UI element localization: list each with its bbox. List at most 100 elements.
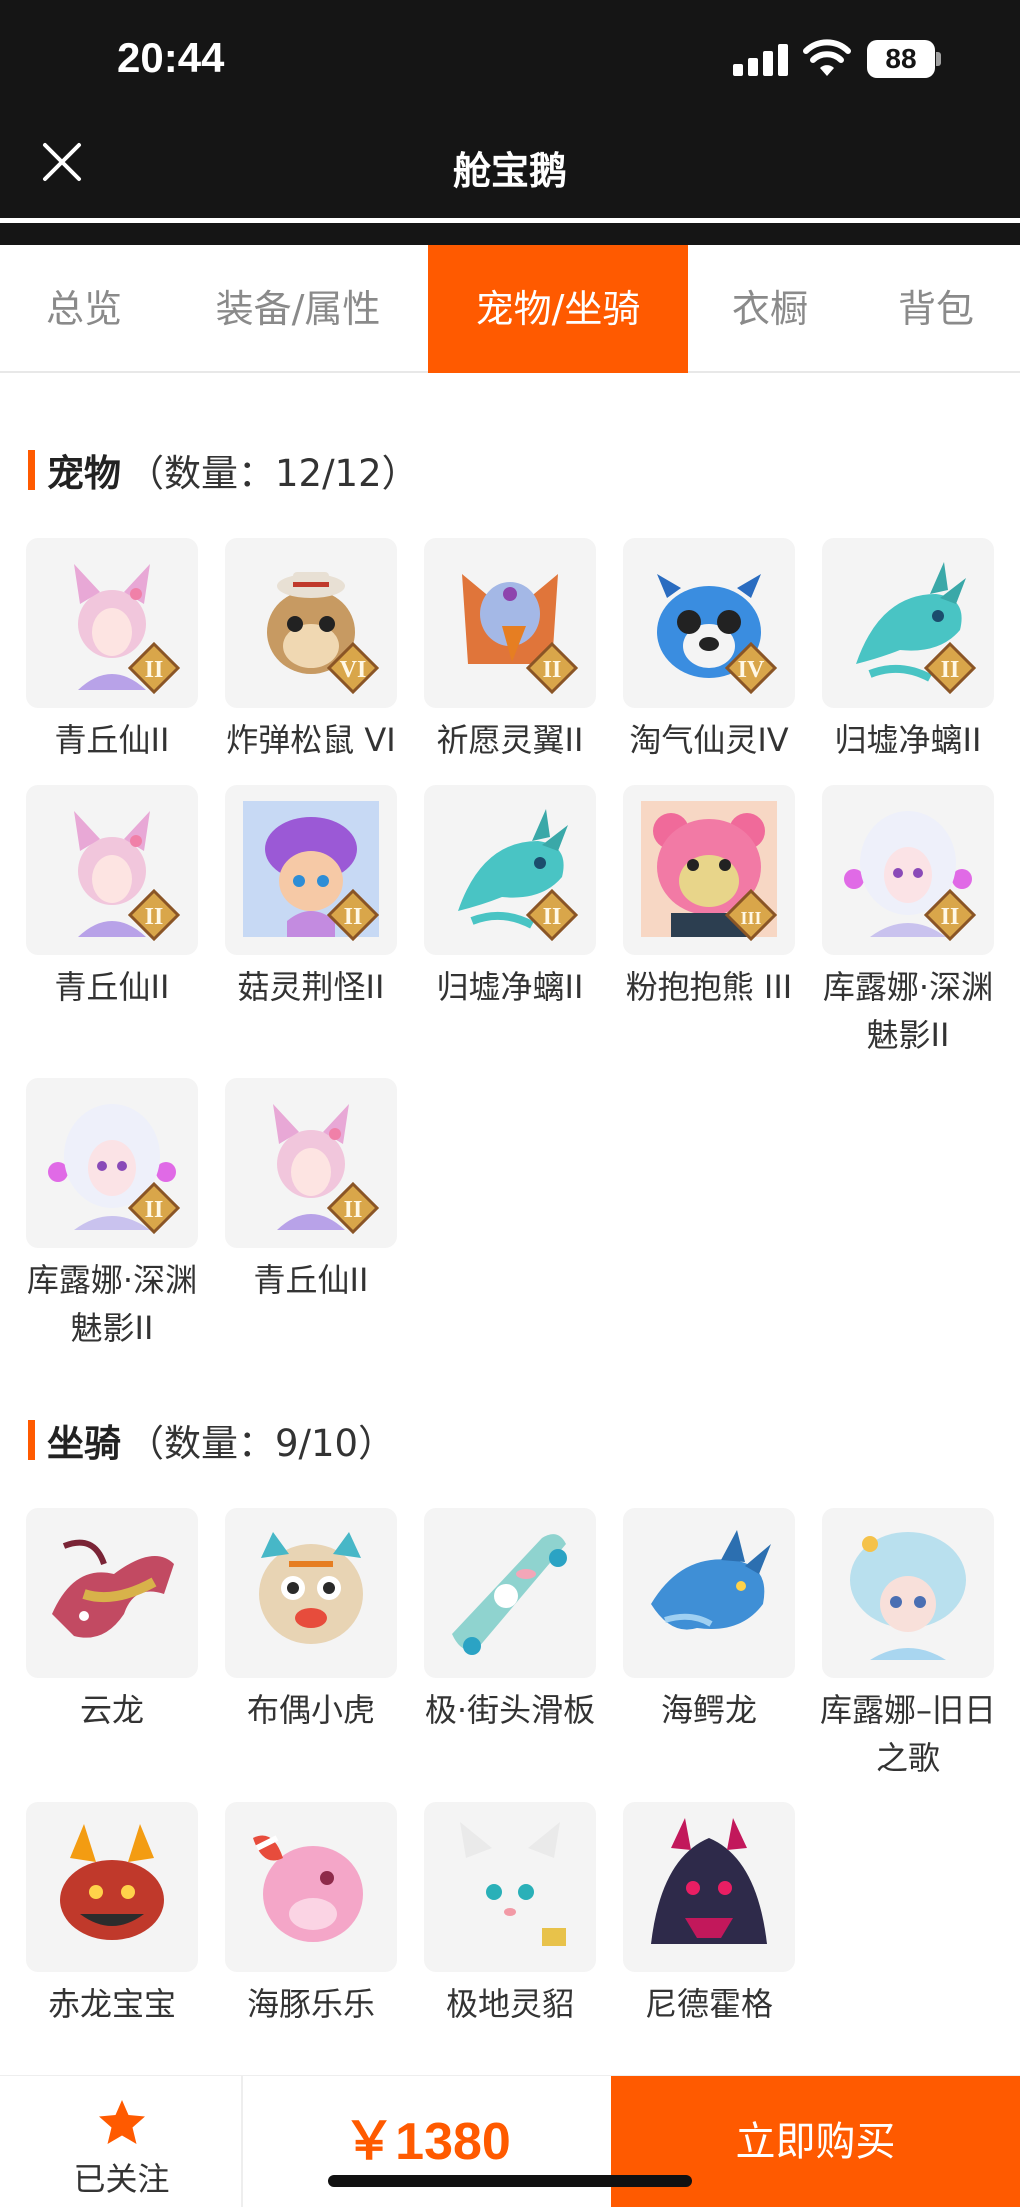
- item-thumbnail: [623, 1802, 795, 1972]
- rank-badge-icon: II: [128, 642, 180, 694]
- curly-girl-icon: [850, 1532, 966, 1660]
- item-thumbnail: II: [822, 538, 994, 708]
- item-label: 库露娜–旧日之歌: [819, 1691, 996, 1777]
- item-thumbnail: IV: [623, 538, 795, 708]
- item-thumbnail: II: [26, 1078, 198, 1248]
- mount-item[interactable]: 极地灵貂: [424, 1802, 596, 2028]
- pet-item[interactable]: II 菇灵荆怪II: [225, 785, 397, 1011]
- pets-section-header: 宠物 （数量：12/12）: [28, 448, 419, 495]
- skateboard-icon: [452, 1534, 567, 1655]
- top-bar: 20:44 88 舱宝鹅: [0, 0, 1020, 218]
- svg-text:II: II: [145, 904, 164, 930]
- pet-item[interactable]: II 青丘仙II: [26, 785, 198, 1011]
- rank-badge-icon: II: [924, 642, 976, 694]
- section-title: 坐骑: [47, 1422, 121, 1465]
- pet-item[interactable]: II 青丘仙II: [225, 1078, 397, 1304]
- pet-item[interactable]: IV 淘气仙灵IV: [623, 538, 795, 764]
- item-thumbnail: VI: [225, 538, 397, 708]
- item-thumbnail: II: [225, 1078, 397, 1248]
- rank-badge-icon: III: [725, 889, 777, 941]
- pet-item[interactable]: VI 炸弹松鼠 VI: [225, 538, 397, 764]
- rank-badge-icon: IV: [725, 642, 777, 694]
- mount-item[interactable]: 海豚乐乐: [225, 1802, 397, 2028]
- mount-item[interactable]: 海鳄龙: [623, 1508, 795, 1734]
- pet-item[interactable]: II 青丘仙II: [26, 538, 198, 764]
- item-thumbnail: [225, 1802, 397, 1972]
- mount-item[interactable]: 尼德霍格: [623, 1802, 795, 2028]
- item-label: 云龙: [79, 1691, 144, 1729]
- section-count: （数量：9/10）: [127, 1422, 396, 1465]
- divider: [0, 223, 1020, 245]
- rank-badge-icon: VI: [327, 642, 379, 694]
- item-label: 青丘仙II: [253, 1261, 369, 1299]
- item-thumbnail: [225, 1508, 397, 1678]
- tab-bag[interactable]: 背包: [852, 245, 1020, 373]
- rank-badge-icon: II: [327, 1182, 379, 1234]
- rank-badge-icon: II: [924, 889, 976, 941]
- item-thumbnail: [822, 1508, 994, 1678]
- item-label: 青丘仙II: [54, 968, 170, 1006]
- item-thumbnail: II: [26, 785, 198, 955]
- item-thumbnail: II: [424, 785, 596, 955]
- svg-text:II: II: [941, 657, 960, 683]
- follow-label: 已关注: [73, 2160, 170, 2198]
- svg-text:II: II: [344, 904, 363, 930]
- svg-text:VI: VI: [340, 657, 367, 683]
- red-dragon-icon: [60, 1824, 164, 1940]
- item-label: 极地灵貂: [445, 1985, 574, 2023]
- mount-item[interactable]: 库露娜–旧日之歌: [820, 1508, 996, 1782]
- item-thumbnail: [424, 1508, 596, 1678]
- mount-item[interactable]: 极·街头滑板: [424, 1508, 596, 1734]
- item-thumbnail: II: [225, 785, 397, 955]
- dark-dragon-icon: [651, 1818, 767, 1944]
- accent-bar: [28, 1420, 35, 1460]
- tab-wardrobe[interactable]: 衣橱: [688, 245, 852, 373]
- tab-pets-mounts[interactable]: 宠物/坐骑: [428, 245, 688, 373]
- item-label: 尼德霍格: [644, 1985, 773, 2023]
- battery-level: 88: [867, 40, 935, 78]
- home-indicator: [328, 2175, 692, 2187]
- bottom-bar: 已关注 ￥1380 立即购买: [0, 2075, 1020, 2207]
- item-label: 海鳄龙: [660, 1691, 757, 1729]
- item-thumbnail: II: [822, 785, 994, 955]
- white-ferret-icon: [460, 1822, 566, 1946]
- rank-badge-icon: II: [327, 889, 379, 941]
- follow-button[interactable]: 已关注: [0, 2076, 243, 2207]
- accent-bar: [28, 450, 35, 490]
- item-thumbnail: II: [26, 538, 198, 708]
- pet-item[interactable]: II 祈愿灵翼II: [424, 538, 596, 764]
- buy-now-button[interactable]: 立即购买: [611, 2076, 1020, 2207]
- item-label: 祈愿灵翼II: [436, 721, 584, 759]
- toy-tiger-icon: [259, 1532, 363, 1644]
- pet-item[interactable]: II 库露娜·深渊魅影II: [822, 785, 994, 1059]
- mount-item[interactable]: 赤龙宝宝: [26, 1802, 198, 2028]
- svg-text:II: II: [344, 1197, 363, 1223]
- svg-text:II: II: [145, 657, 164, 683]
- item-label: 赤龙宝宝: [47, 1985, 176, 2023]
- mount-item[interactable]: 布偶小虎: [225, 1508, 397, 1734]
- pet-item[interactable]: III 粉抱抱熊 III: [623, 785, 795, 1011]
- pet-item[interactable]: II 归墟净螭II: [424, 785, 596, 1011]
- item-thumbnail: III: [623, 785, 795, 955]
- item-label: 海豚乐乐: [246, 1985, 375, 2023]
- rank-badge-icon: II: [128, 889, 180, 941]
- item-thumbnail: [26, 1802, 198, 1972]
- pet-item[interactable]: II 归墟净螭II: [822, 538, 994, 764]
- item-label: 淘气仙灵IV: [629, 721, 789, 759]
- battery-icon: 88: [867, 40, 941, 78]
- mount-item[interactable]: 云龙: [26, 1508, 198, 1734]
- item-label: 粉抱抱熊 III: [625, 968, 793, 1006]
- page-title: 舱宝鹅: [452, 149, 567, 193]
- item-label: 库露娜·深渊魅影II: [822, 968, 994, 1054]
- rank-badge-icon: II: [128, 1182, 180, 1234]
- pet-item[interactable]: II 库露娜·深渊魅影II: [26, 1078, 198, 1352]
- item-thumbnail: II: [424, 538, 596, 708]
- item-label: 归墟净螭II: [834, 721, 982, 759]
- tab-overview[interactable]: 总览: [0, 245, 168, 373]
- tab-equipment[interactable]: 装备/属性: [168, 245, 428, 373]
- item-label: 库露娜·深渊魅影II: [26, 1261, 198, 1347]
- section-title: 宠物: [47, 452, 121, 495]
- item-label: 极·街头滑板: [424, 1691, 596, 1729]
- item-label: 炸弹松鼠 VI: [226, 721, 396, 759]
- svg-text:II: II: [543, 904, 562, 930]
